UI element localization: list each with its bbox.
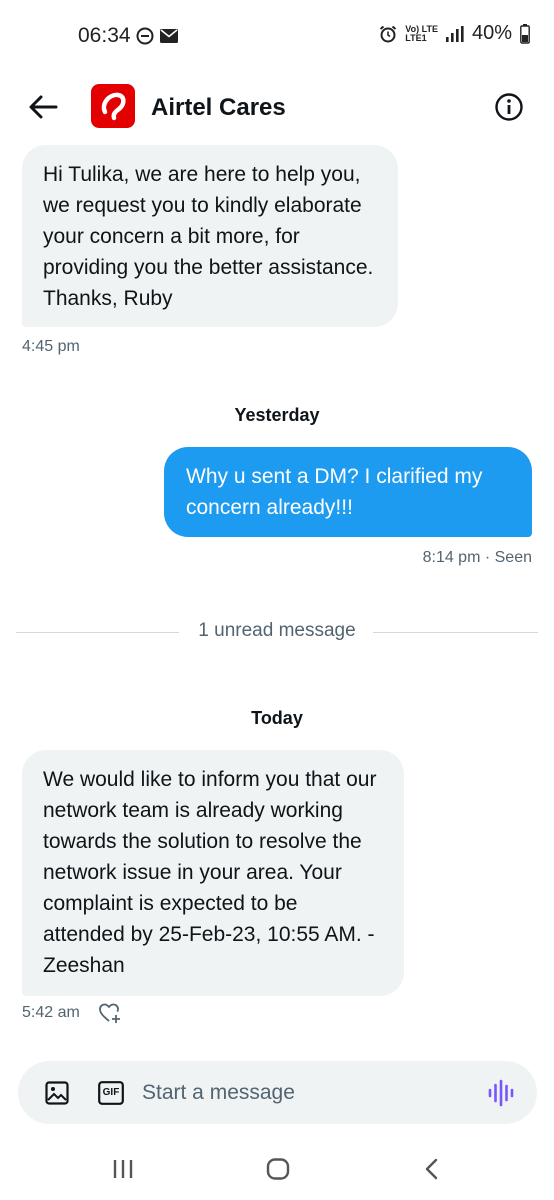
message-text: Hi Tulika, we are here to help you, we r… [43,163,374,310]
incoming-message-bubble[interactable]: We would like to inform you that our net… [22,750,404,996]
back-arrow-icon[interactable] [26,90,60,124]
signal-icon [445,25,464,42]
nav-back-icon[interactable] [424,1158,440,1180]
day-separator: Yesterday [234,405,320,425]
status-bar: 06:34 Vo) LTE LTE1 40% [0,0,554,70]
gif-label: GIF [102,1087,120,1098]
heart-plus-icon[interactable] [98,1002,122,1024]
message-composer: GIF [18,1061,537,1124]
message-timestamp: 4:45 pm [22,338,80,355]
unread-divider-label: 1 unread message [198,620,356,641]
airtel-logo-icon [101,92,126,121]
alarm-icon [380,25,397,42]
status-time: 06:34 [78,24,131,47]
recent-apps-icon[interactable] [111,1158,135,1180]
do-not-disturb-icon [136,27,154,45]
info-icon[interactable] [494,92,524,122]
battery-level: 40% [471,22,512,44]
conversation-header: Airtel Cares [0,70,554,146]
avatar[interactable] [91,84,135,128]
network-type: Vo) LTE LTE1 [405,23,438,43]
message-timestamp-seen: 8:14 pm · Seen [422,549,532,566]
message-timestamp: 5:42 am [22,1004,80,1021]
divider-line-right [373,632,538,633]
voice-wave-icon[interactable] [487,1079,515,1107]
message-input[interactable] [142,1075,452,1111]
gif-icon[interactable]: GIF [98,1081,124,1105]
message-text: We would like to inform you that our net… [43,768,377,977]
message-text: Why u sent a DM? I clarified my concern … [186,465,483,519]
mail-icon [160,29,178,43]
incoming-message-bubble[interactable]: Hi Tulika, we are here to help you, we r… [22,145,398,327]
battery-icon [520,23,530,44]
conversation-title[interactable]: Airtel Cares [151,94,286,122]
system-nav-bar [0,1140,554,1200]
image-icon[interactable] [45,1081,69,1105]
home-icon[interactable] [266,1158,290,1180]
outgoing-message-bubble[interactable]: Why u sent a DM? I clarified my concern … [164,447,532,537]
day-separator: Today [251,708,303,728]
